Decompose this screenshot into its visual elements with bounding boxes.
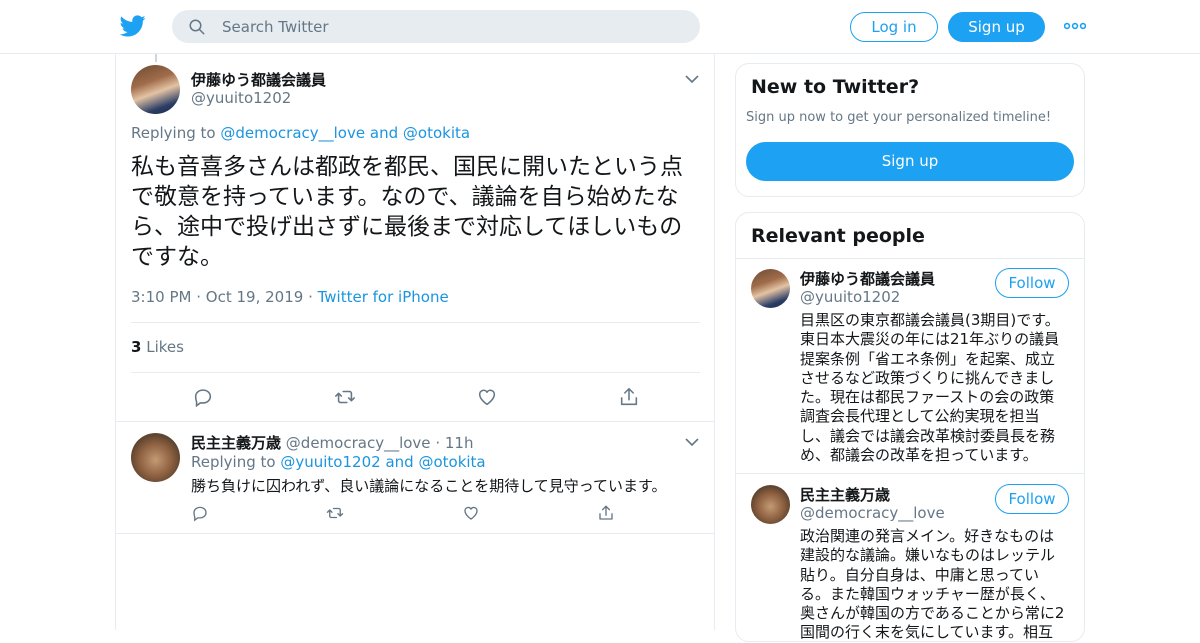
tweet-age[interactable]: 11h [445, 434, 474, 452]
bio-line: 国間の行く末を気にしています。相互 [800, 623, 1054, 642]
divider [131, 322, 700, 323]
bio-line: た。現在は都民ファーストの会の政策 [800, 388, 1055, 407]
bio-line: 調査会長代理として公約実現を担当 [800, 407, 1040, 426]
tweet-text-line: で敬意を持っています。なので、議論を自ら始めたな [131, 184, 679, 210]
person-name[interactable]: 伊藤ゆう都議会議員 [800, 268, 935, 289]
meta-separator: · [435, 434, 441, 452]
mention-link[interactable]: @yuuito1202 [280, 453, 380, 471]
likes-count: 3 [131, 338, 142, 356]
retweet-icon[interactable] [334, 386, 356, 408]
meta-separator: · [196, 288, 206, 306]
person-handle[interactable]: @yuuito1202 [800, 288, 900, 306]
bio-line: 貼り。自分自身は、中庸と思ってい [800, 565, 1039, 584]
mention-link[interactable]: @democracy__love [220, 124, 365, 142]
person-name[interactable]: 民主主義万歳 [800, 484, 890, 505]
card-title: Relevant people [751, 225, 925, 247]
tweet-text-line: ですな。 [131, 244, 223, 270]
avatar[interactable] [131, 433, 180, 482]
mention-connector: and [369, 124, 399, 142]
author-display-name[interactable]: 民主主義万歳 [191, 434, 281, 452]
share-icon[interactable] [597, 504, 615, 522]
tweet-text: 勝ち負けに囚われず、良い議論になることを期待して見守っています。 [191, 477, 667, 495]
bio-line: め、都議会の改革を担っています。 [800, 446, 1038, 465]
share-icon[interactable] [618, 386, 640, 408]
avatar[interactable] [751, 485, 790, 524]
relevant-people-card: Relevant people 伊藤ゆう都議会議員 @yuuito1202 Fo… [735, 212, 1085, 642]
tweet-text-line: ら、途中で投げ出さずに最後まで対応してほしいもの [131, 214, 683, 240]
search-icon [189, 19, 205, 35]
mention-connector: and [385, 453, 414, 471]
more-options-icon[interactable] [1064, 20, 1086, 32]
person-bio: 目黒区の東京都議会議員(3期目)です。 東日本大震災の年には21年ぶりの議員 提… [800, 311, 1060, 465]
likes-stat[interactable]: 3 Likes [131, 338, 184, 356]
like-heart-icon[interactable] [462, 504, 480, 522]
tweet-time[interactable]: 3:10 PM [131, 288, 191, 306]
reply-icon[interactable] [192, 386, 214, 408]
meta-separator: · [308, 288, 318, 306]
bio-line: 政治関連の発言メイン。好きなものは [800, 527, 1055, 545]
divider [736, 258, 1084, 259]
retweet-icon[interactable] [326, 504, 344, 522]
card-title: New to Twitter? [751, 76, 920, 98]
person-bio: 政治関連の発言メイン。好きなものは 建設的な議論。嫌いなものはレッテル 貼り。自… [800, 527, 1064, 643]
mention-link[interactable]: @otokita [403, 124, 470, 142]
avatar[interactable] [131, 65, 180, 114]
replying-to-label: Replying to [131, 124, 216, 142]
likes-label: Likes [146, 338, 184, 356]
bio-line: る。また韓国ウォッチャー歴が長く、 [800, 584, 1055, 603]
conversation-timeline: 伊藤ゆう都議会議員 @yuuito1202 Replying to @democ… [115, 54, 715, 630]
reply-icon[interactable] [191, 504, 209, 522]
follow-button[interactable]: Follow [995, 484, 1069, 514]
person-handle[interactable]: @democracy__love [800, 504, 945, 522]
author-handle[interactable]: @democracy__love [286, 434, 431, 452]
tweet-date[interactable]: Oct 19, 2019 [206, 288, 304, 306]
search-input[interactable]: Search Twitter [222, 18, 329, 36]
reply-author-line: 民主主義万歳 @democracy__love · 11h [191, 432, 473, 453]
bio-line: し、議会では議会改革検討委員長を務 [800, 426, 1056, 445]
search-box[interactable]: Search Twitter [172, 10, 700, 43]
chevron-down-icon[interactable] [685, 437, 699, 447]
bio-line: 東日本大震災の年には21年ぶりの議員 [800, 330, 1060, 349]
bio-line: 目黒区の東京都議会議員(3期目)です。 [800, 311, 1060, 329]
mention-link[interactable]: @otokita [418, 453, 485, 471]
like-heart-icon[interactable] [476, 386, 498, 408]
login-button[interactable]: Log in [850, 12, 938, 42]
author-display-name[interactable]: 伊藤ゆう都議会議員 [191, 69, 326, 90]
twitter-bird-icon[interactable] [120, 13, 146, 39]
replying-to: Replying to @yuuito1202 and @otokita [191, 453, 486, 471]
main-tweet: 伊藤ゆう都議会議員 @yuuito1202 Replying to @democ… [116, 54, 715, 422]
bio-line: 提案条例「省エネ条例」を起案、成立 [800, 349, 1056, 368]
bio-line: 建設的な議論。嫌いなものはレッテル [800, 546, 1056, 565]
replying-to: Replying to @democracy__love and @otokit… [131, 124, 470, 142]
tweet-text: 私も音喜多さんは都政を都民、国民に開いたという点 で敬意を持っています。なので、… [131, 152, 706, 272]
signup-button[interactable]: Sign up [948, 12, 1045, 42]
tweet-metadata: 3:10 PM · Oct 19, 2019 · Twitter for iPh… [131, 288, 449, 306]
new-to-twitter-card: New to Twitter? Sign up now to get your … [735, 63, 1085, 197]
tweet-source-link[interactable]: Twitter for iPhone [318, 288, 449, 306]
divider [736, 473, 1084, 474]
replying-to-label: Replying to [191, 453, 276, 471]
avatar[interactable] [751, 269, 790, 308]
chevron-down-icon[interactable] [685, 74, 699, 84]
bio-line: させるなど政策づくりに挑んできまし [800, 368, 1055, 387]
card-subtitle: Sign up now to get your personalized tim… [746, 110, 1052, 125]
divider [131, 372, 700, 373]
tweet-text-line: 私も音喜多さんは都政を都民、国民に開いたという点 [131, 154, 683, 180]
follow-button[interactable]: Follow [995, 268, 1069, 298]
bio-line: 奥さんが韓国の方であることから常に2 [800, 604, 1065, 623]
sidebar-signup-button[interactable]: Sign up [746, 142, 1074, 181]
author-handle[interactable]: @yuuito1202 [191, 89, 291, 107]
reply-tweet[interactable]: 民主主義万歳 @democracy__love · 11h Replying t… [116, 422, 715, 534]
top-navigation-bar: Search Twitter Log in Sign up [0, 0, 1200, 54]
